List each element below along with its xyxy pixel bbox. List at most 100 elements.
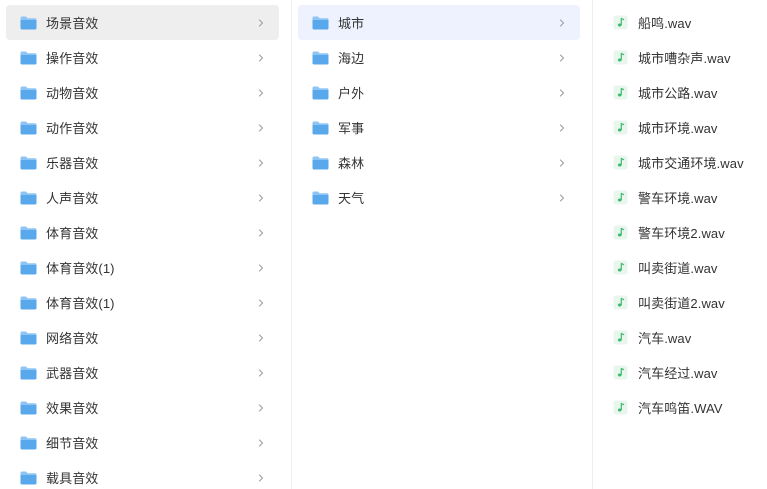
audio-file-item[interactable]: 警车环境2.wav	[599, 215, 767, 250]
folder-icon	[20, 401, 37, 414]
subcategory-column[interactable]: 城市海边户外军事森林天气	[292, 0, 593, 489]
audio-file-item-label: 城市公路.wav	[638, 86, 718, 101]
audio-file-item-label: 船鸣.wav	[638, 16, 692, 31]
subcategory-folder-item[interactable]: 天气	[298, 180, 580, 215]
audio-file-item-label: 汽车经过.wav	[638, 366, 718, 381]
subcategory-folder-item-label: 森林	[338, 156, 365, 171]
subcategory-folder-item-label: 海边	[338, 51, 365, 66]
chevron-right-icon	[258, 333, 264, 342]
category-folder-item-label: 动物音效	[46, 86, 99, 101]
audio-file-item-label: 叫卖街道2.wav	[638, 296, 725, 311]
category-folder-item-label: 细节音效	[46, 436, 99, 451]
category-folder-item[interactable]: 场景音效	[6, 5, 279, 40]
category-folder-item[interactable]: 细节音效	[6, 425, 279, 460]
category-folder-item-label: 效果音效	[46, 401, 99, 416]
folder-icon	[20, 436, 37, 449]
audio-file-item[interactable]: 汽车.wav	[599, 320, 767, 355]
category-folder-item-label: 操作音效	[46, 51, 99, 66]
chevron-right-icon	[258, 18, 264, 27]
audio-file-item[interactable]: 汽车经过.wav	[599, 355, 767, 390]
audio-file-icon	[613, 15, 628, 30]
category-folder-item[interactable]: 动作音效	[6, 110, 279, 145]
chevron-right-icon	[258, 193, 264, 202]
folder-icon	[20, 261, 37, 274]
category-folder-item[interactable]: 体育音效	[6, 215, 279, 250]
audio-file-item-label: 汽车鸣笛.WAV	[638, 401, 723, 416]
folder-icon	[312, 51, 329, 64]
chevron-right-icon	[559, 193, 565, 202]
category-folder-item[interactable]: 载具音效	[6, 460, 279, 489]
audio-file-icon	[613, 225, 628, 240]
audio-file-icon	[613, 330, 628, 345]
chevron-right-icon	[559, 123, 565, 132]
file-column[interactable]: 船鸣.wav 城市嘈杂声.wav 城市公路.wav 城市环境.wav 城市交通环境.wa…	[593, 0, 767, 489]
audio-file-item-label: 城市交通环境.wav	[638, 156, 744, 171]
folder-icon	[20, 16, 37, 29]
chevron-right-icon	[258, 123, 264, 132]
subcategory-folder-item-label: 军事	[338, 121, 365, 136]
subcategory-folder-item[interactable]: 森林	[298, 145, 580, 180]
category-folder-item[interactable]: 体育音效(1)	[6, 285, 279, 320]
chevron-right-icon	[258, 228, 264, 237]
chevron-right-icon	[258, 158, 264, 167]
folder-icon	[20, 471, 37, 484]
audio-file-item[interactable]: 叫卖街道.wav	[599, 250, 767, 285]
folder-icon	[20, 331, 37, 344]
folder-icon	[20, 366, 37, 379]
category-folder-item[interactable]: 人声音效	[6, 180, 279, 215]
audio-file-item[interactable]: 叫卖街道2.wav	[599, 285, 767, 320]
audio-file-icon	[613, 120, 628, 135]
category-folder-item-label: 乐器音效	[46, 156, 99, 171]
category-folder-item-label: 武器音效	[46, 366, 99, 381]
audio-file-item[interactable]: 汽车鸣笛.WAV	[599, 390, 767, 425]
category-folder-item-label: 人声音效	[46, 191, 99, 206]
chevron-right-icon	[258, 438, 264, 447]
chevron-right-icon	[559, 88, 565, 97]
category-folder-item[interactable]: 乐器音效	[6, 145, 279, 180]
subcategory-folder-item[interactable]: 户外	[298, 75, 580, 110]
folder-icon	[312, 191, 329, 204]
category-folder-item[interactable]: 体育音效(1)	[6, 250, 279, 285]
category-folder-item[interactable]: 网络音效	[6, 320, 279, 355]
audio-file-icon	[613, 190, 628, 205]
chevron-right-icon	[258, 368, 264, 377]
category-folder-item-label: 场景音效	[46, 16, 99, 31]
folder-icon	[312, 121, 329, 134]
audio-file-item[interactable]: 城市公路.wav	[599, 75, 767, 110]
chevron-right-icon	[559, 158, 565, 167]
chevron-right-icon	[559, 18, 565, 27]
category-column[interactable]: 场景音效操作音效动物音效动作音效乐器音效人声音效体育音效体育音效(1) 体育音效(…	[0, 0, 292, 489]
subcategory-folder-item-label: 户外	[338, 86, 365, 101]
audio-file-item-label: 城市嘈杂声.wav	[638, 51, 731, 66]
audio-file-icon	[613, 365, 628, 380]
audio-file-item[interactable]: 城市环境.wav	[599, 110, 767, 145]
category-folder-item-label: 动作音效	[46, 121, 99, 136]
category-folder-item[interactable]: 操作音效	[6, 40, 279, 75]
subcategory-folder-item-label: 天气	[338, 191, 365, 206]
audio-file-item[interactable]: 城市交通环境.wav	[599, 145, 767, 180]
folder-icon	[20, 226, 37, 239]
audio-file-icon	[613, 155, 628, 170]
category-folder-item[interactable]: 武器音效	[6, 355, 279, 390]
subcategory-list: 城市海边户外军事森林天气	[292, 0, 592, 215]
chevron-right-icon	[258, 263, 264, 272]
audio-file-item-label: 警车环境.wav	[638, 191, 718, 206]
folder-icon	[312, 86, 329, 99]
subcategory-folder-item[interactable]: 军事	[298, 110, 580, 145]
chevron-right-icon	[258, 403, 264, 412]
subcategory-folder-item-label: 城市	[338, 16, 365, 31]
chevron-right-icon	[258, 298, 264, 307]
audio-file-item[interactable]: 船鸣.wav	[599, 5, 767, 40]
category-list: 场景音效操作音效动物音效动作音效乐器音效人声音效体育音效体育音效(1) 体育音效(…	[0, 0, 291, 489]
audio-file-item[interactable]: 警车环境.wav	[599, 180, 767, 215]
category-folder-item[interactable]: 效果音效	[6, 390, 279, 425]
category-folder-item[interactable]: 动物音效	[6, 75, 279, 110]
category-folder-item-label: 体育音效	[46, 226, 99, 241]
subcategory-folder-item[interactable]: 城市	[298, 5, 580, 40]
chevron-right-icon	[258, 88, 264, 97]
category-folder-item-label: 体育音效(1)	[46, 261, 115, 276]
subcategory-folder-item[interactable]: 海边	[298, 40, 580, 75]
audio-file-item[interactable]: 城市嘈杂声.wav	[599, 40, 767, 75]
category-folder-item-label: 载具音效	[46, 471, 99, 486]
folder-icon	[20, 51, 37, 64]
